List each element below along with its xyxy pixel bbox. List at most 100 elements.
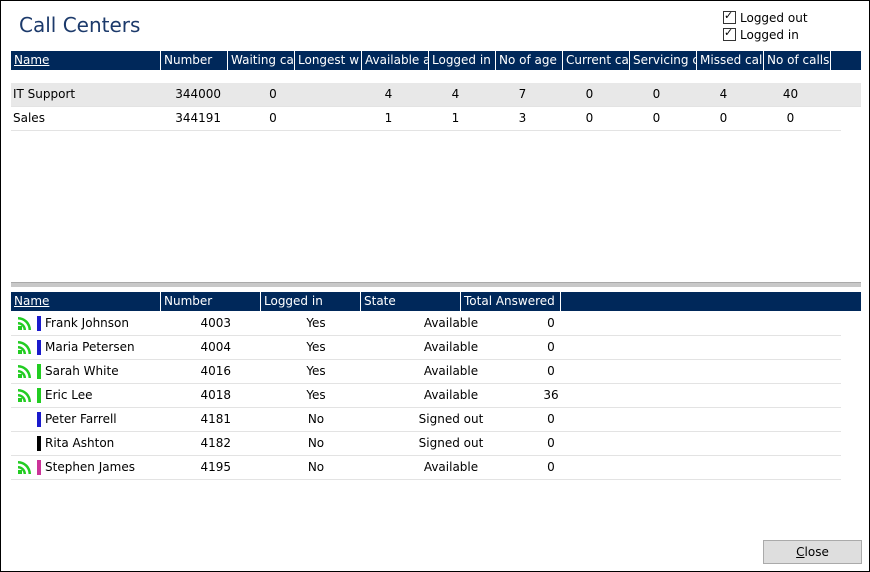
center-servicing: 0 [652, 87, 661, 101]
agent-col-header-state[interactable]: State [361, 292, 461, 311]
col-header-waiting[interactable]: Waiting ca [228, 51, 295, 70]
agent-state: Available [423, 340, 479, 354]
agent-logged-in: No [307, 436, 325, 450]
agent-col-header-name[interactable]: Name [11, 292, 161, 311]
agent-answered: 36 [543, 388, 559, 402]
agent-col-header-logged-in[interactable]: Logged in [261, 292, 361, 311]
center-servicing: 0 [652, 111, 661, 125]
center-current: 0 [585, 87, 594, 101]
agent-logged-in: Yes [306, 316, 326, 330]
center-calls: 0 [786, 111, 795, 125]
filter-checkboxes: Logged out Logged in [723, 9, 808, 43]
agent-state: Available [423, 460, 479, 474]
center-calls: 40 [782, 87, 799, 101]
status-color-bar [37, 316, 41, 331]
agent-name: Frank Johnson [45, 316, 129, 330]
center-current: 0 [585, 111, 594, 125]
center-longest [325, 107, 355, 130]
col-header-longest[interactable]: Longest w [295, 51, 362, 70]
status-color-bar [37, 340, 41, 355]
agent-name-cell: Stephen James [11, 456, 161, 479]
status-color-bar [37, 388, 41, 403]
agent-name: Sarah White [45, 364, 119, 378]
table-row[interactable]: Peter Farrell 4181 No Signed out 0 [11, 408, 841, 432]
table-row[interactable]: Eric Lee 4018 Yes Available 36 [11, 384, 841, 408]
status-color-bar [37, 460, 41, 475]
agent-logged-in: Yes [306, 340, 326, 354]
col-header-missed[interactable]: Missed cal [697, 51, 764, 70]
col-header-available[interactable]: Available a [362, 51, 429, 70]
col-header-calls[interactable]: No of calls [764, 51, 831, 70]
agent-number: 4004 [200, 340, 231, 354]
col-header-logged-in[interactable]: Logged in [429, 51, 496, 70]
agent-answered: 0 [547, 316, 555, 330]
signal-icon [17, 460, 33, 476]
agent-state: Available [423, 364, 479, 378]
agent-answered: 0 [547, 436, 555, 450]
center-no-agents: 7 [518, 87, 527, 101]
agent-col-header-number[interactable]: Number [161, 292, 261, 311]
col-header-current[interactable]: Current ca [563, 51, 630, 70]
checkbox-box[interactable] [723, 9, 736, 24]
center-number: 344000 [175, 87, 221, 101]
agent-name: Stephen James [45, 460, 135, 474]
center-waiting: 0 [269, 87, 277, 101]
pane-splitter[interactable] [11, 282, 861, 287]
agent-answered: 0 [547, 412, 555, 426]
call-centers-window: Call Centers Logged out Logged in Name N… [0, 0, 870, 572]
signal-icon [17, 388, 33, 404]
table-row[interactable]: Stephen James 4195 No Available 0 [11, 456, 841, 480]
center-name: Sales [13, 111, 45, 125]
centers-grid-header: Name Number Waiting ca Longest w Availab… [11, 51, 861, 70]
agent-logged-in: Yes [306, 388, 326, 402]
center-logged-in: 1 [451, 111, 460, 125]
table-row[interactable]: Sales 344191 0 1 1 3 0 0 0 0 [11, 107, 841, 131]
agent-name-cell: Rita Ashton [11, 432, 161, 455]
agent-logged-in: No [307, 412, 325, 426]
status-color-bar [37, 412, 41, 427]
agents-grid-header: Name Number Logged in State Total Answer… [11, 292, 861, 311]
center-missed: 0 [719, 111, 728, 125]
center-available: 4 [384, 87, 393, 101]
agent-answered: 0 [547, 460, 555, 474]
col-header-servicing[interactable]: Servicing c [630, 51, 697, 70]
table-row[interactable]: Frank Johnson 4003 Yes Available 0 [11, 312, 841, 336]
col-header-number[interactable]: Number [161, 51, 228, 70]
center-logged-in: 4 [451, 87, 460, 101]
agent-name-cell: Sarah White [11, 360, 161, 383]
table-row[interactable]: IT Support 344000 0 4 4 7 0 0 4 40 [11, 83, 861, 107]
agent-name: Rita Ashton [45, 436, 115, 450]
agent-name: Peter Farrell [45, 412, 117, 426]
agent-number: 4182 [200, 436, 231, 450]
signal-icon [17, 364, 33, 380]
agent-number: 4195 [200, 460, 231, 474]
agent-number: 4003 [200, 316, 231, 330]
agent-number: 4016 [200, 364, 231, 378]
window-title: Call Centers [19, 13, 141, 37]
center-no-agents: 3 [518, 111, 527, 125]
table-row[interactable]: Sarah White 4016 Yes Available 0 [11, 360, 841, 384]
agent-name-cell: Eric Lee [11, 384, 161, 407]
table-row[interactable]: Rita Ashton 4182 No Signed out 0 [11, 432, 841, 456]
center-longest [325, 83, 355, 106]
agent-name: Eric Lee [45, 388, 93, 402]
agent-col-header-answered[interactable]: Total Answered [461, 292, 561, 311]
agent-name-cell: Peter Farrell [11, 408, 161, 431]
signal-icon-empty [17, 436, 33, 452]
logged-in-label: Logged in [740, 27, 799, 42]
table-row[interactable]: Maria Petersen 4004 Yes Available 0 [11, 336, 841, 360]
close-mnemonic: C [796, 545, 805, 559]
agent-logged-in: No [307, 460, 325, 474]
col-header-no-agents[interactable]: No of age [496, 51, 563, 70]
checkbox-box[interactable] [723, 26, 736, 41]
close-button[interactable]: Close [763, 540, 862, 564]
agent-name-cell: Frank Johnson [11, 312, 161, 335]
logged-out-checkbox[interactable]: Logged out [723, 9, 808, 26]
logged-in-checkbox[interactable]: Logged in [723, 26, 808, 43]
agent-logged-in: Yes [306, 364, 326, 378]
agent-number: 4018 [200, 388, 231, 402]
agent-state: Available [423, 388, 479, 402]
center-number: 344191 [175, 111, 221, 125]
agent-answered: 0 [547, 364, 555, 378]
col-header-name[interactable]: Name [11, 51, 161, 70]
